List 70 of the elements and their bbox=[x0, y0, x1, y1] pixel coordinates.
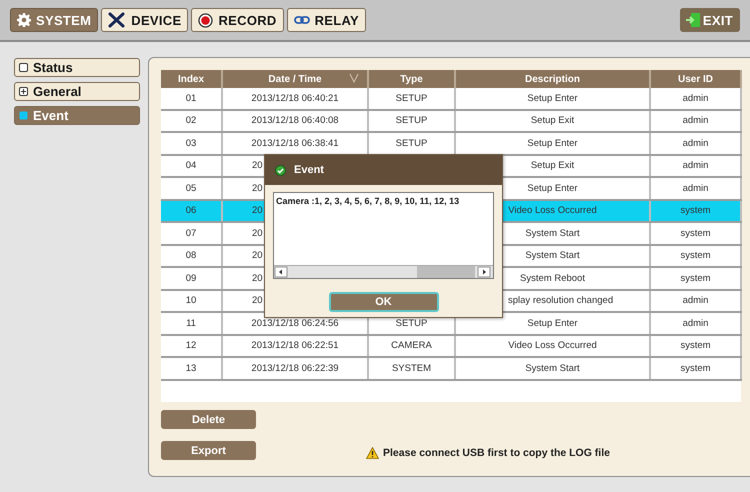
table-cell: system bbox=[650, 244, 741, 267]
table-cell: 07 bbox=[161, 222, 222, 244]
table-cell: 06 bbox=[161, 200, 222, 222]
table-cell: system bbox=[650, 357, 741, 380]
table-cell: 2013/12/18 06:22:39 bbox=[222, 357, 368, 380]
check-icon bbox=[275, 164, 286, 176]
table-cell: 11 bbox=[161, 312, 222, 334]
table-cell: 13 bbox=[161, 357, 222, 380]
table-cell: admin bbox=[650, 290, 741, 312]
column-header[interactable]: Index bbox=[161, 70, 222, 88]
table-cell: 02 bbox=[161, 110, 222, 132]
table-cell: admin bbox=[650, 110, 741, 132]
action-button[interactable]: Export bbox=[161, 441, 256, 460]
column-header[interactable]: User ID bbox=[650, 70, 741, 88]
menu-tab[interactable]: SYSTEM bbox=[10, 8, 98, 32]
table-cell: system bbox=[650, 267, 741, 290]
table-cell: SETUP bbox=[368, 88, 455, 110]
tools-icon bbox=[108, 12, 126, 28]
table-cell: Setup Enter bbox=[455, 88, 650, 110]
table-cell: system bbox=[650, 200, 741, 222]
table-cell: system bbox=[650, 222, 741, 244]
menu-tab[interactable]: RELAY bbox=[286, 8, 366, 32]
column-header[interactable]: Type bbox=[368, 70, 455, 88]
table-cell: 2013/12/18 06:40:21 bbox=[222, 88, 368, 110]
table-cell: 2013/12/18 06:40:08 bbox=[222, 110, 368, 132]
table-cell: Setup Exit bbox=[455, 110, 650, 132]
exit-button[interactable]: EXIT bbox=[680, 8, 740, 32]
action-button[interactable]: Delete bbox=[161, 410, 256, 429]
table-cell: Video Loss Occurred bbox=[455, 334, 650, 357]
table-cell: 04 bbox=[161, 154, 222, 177]
sidebar-item[interactable]: Event bbox=[14, 106, 140, 125]
table-cell: admin bbox=[650, 154, 741, 177]
table-cell: 08 bbox=[161, 244, 222, 267]
expand-icon bbox=[19, 87, 28, 96]
table-cell: admin bbox=[650, 312, 741, 334]
record-icon bbox=[198, 12, 214, 28]
menu-tab[interactable]: RECORD bbox=[191, 8, 284, 32]
scroll-thumb[interactable] bbox=[417, 266, 475, 278]
gear-icon bbox=[17, 13, 31, 27]
warning-icon bbox=[366, 447, 379, 459]
menu-tab[interactable]: DEVICE bbox=[101, 8, 188, 32]
event-text-area[interactable]: Camera :1, 2, 3, 4, 5, 6, 7, 8, 9, 10, 11, 12, 13 bbox=[273, 192, 494, 279]
table-cell: 12 bbox=[161, 334, 222, 357]
table-cell: SETUP bbox=[368, 110, 455, 132]
sidebar-item[interactable]: General bbox=[14, 82, 140, 101]
table-cell: 10 bbox=[161, 290, 222, 312]
table-cell: 09 bbox=[161, 267, 222, 290]
table-cell: 03 bbox=[161, 132, 222, 154]
warning-message: Please connect USB first to copy the LOG file bbox=[383, 447, 610, 459]
square-icon bbox=[19, 111, 28, 120]
table-cell: SYSTEM bbox=[368, 357, 455, 380]
dialog-title: Event bbox=[294, 164, 324, 176]
scroll-left-icon[interactable] bbox=[274, 266, 288, 278]
square-icon bbox=[19, 63, 28, 72]
table-cell: System Start bbox=[455, 357, 650, 380]
table-cell: 01 bbox=[161, 88, 222, 110]
link-icon bbox=[294, 15, 310, 25]
table-cell: CAMERA bbox=[368, 334, 455, 357]
sidebar-item[interactable]: Status bbox=[14, 58, 140, 77]
door-exit-icon bbox=[684, 12, 701, 28]
table-cell: admin bbox=[650, 88, 741, 110]
column-header[interactable]: Date / Time bbox=[222, 70, 368, 88]
sort-icon bbox=[349, 73, 359, 83]
table-cell: 2013/12/18 06:22:51 bbox=[222, 334, 368, 357]
ok-button[interactable]: OK bbox=[328, 292, 438, 312]
horizontal-scrollbar[interactable] bbox=[274, 265, 493, 278]
table-cell: system bbox=[650, 334, 741, 357]
table-cell: admin bbox=[650, 132, 741, 154]
column-header[interactable]: Description bbox=[455, 70, 650, 88]
scroll-right-icon[interactable] bbox=[475, 266, 493, 278]
